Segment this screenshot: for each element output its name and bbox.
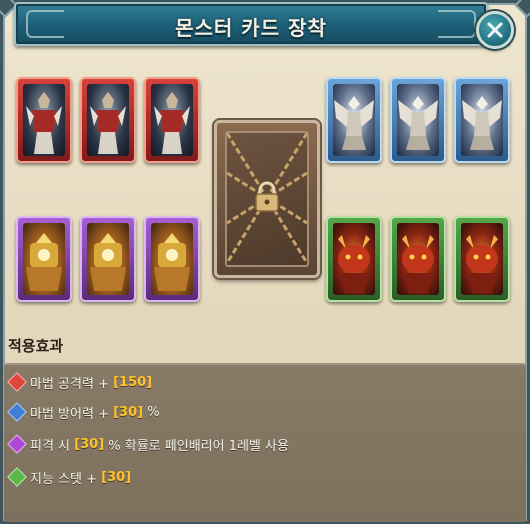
effect-value: [30]: [113, 404, 144, 420]
blue-monster-card-3[interactable]: [454, 77, 510, 163]
locked-card-slot: [214, 120, 320, 278]
card-art: [23, 223, 65, 295]
card-art: [87, 84, 129, 156]
effect-row-pain-barrier: 피격 시 [30] % 확률로 페인배리어 1레벨 사용: [7, 433, 289, 455]
armored-knight-icon: [26, 92, 62, 154]
card-art: [151, 223, 193, 295]
golden-golem-icon: [26, 233, 62, 291]
effect-suffix: % 확률로 페인배리어 1레벨 사용: [104, 438, 289, 454]
effects-heading: 적용효과: [8, 337, 64, 355]
winged-skeleton-icon: [334, 96, 374, 150]
red-monster-card-2[interactable]: [80, 77, 136, 163]
effect-text: 마법 공격력 +: [30, 376, 114, 392]
effects-panel: 마법 공격력 + [150] 마법 방어력 + [30] % 피격 시 [30]…: [4, 363, 526, 522]
effect-suffix: %: [143, 404, 160, 420]
effect-row-intelligence: 지능 스텟 + [30]: [7, 466, 132, 488]
red-monster-card-1[interactable]: [16, 77, 72, 163]
blue-monster-card-2[interactable]: [390, 77, 446, 163]
effect-text: 피격 시: [30, 438, 75, 454]
fire-demon-icon: [466, 235, 498, 293]
title-bar: 몬스터 카드 장착: [14, 2, 488, 46]
purple-gem-icon: [7, 434, 27, 454]
card-art: [151, 84, 193, 156]
winged-skeleton-icon: [398, 96, 438, 150]
padlock-icon: [255, 181, 279, 212]
golden-golem-icon: [154, 233, 190, 291]
blue-monster-card-1[interactable]: [326, 77, 382, 163]
card-art: [461, 84, 503, 156]
green-monster-card-3[interactable]: [454, 216, 510, 302]
close-button[interactable]: [476, 11, 514, 49]
effect-row-magic-defense: 마법 방어력 + [30] %: [7, 401, 160, 423]
winged-skeleton-icon: [462, 96, 502, 150]
purple-monster-card-1[interactable]: [16, 216, 72, 302]
green-gem-icon: [7, 467, 27, 487]
armored-knight-icon: [154, 92, 190, 154]
window-title: 몬스터 카드 장착: [175, 16, 327, 40]
card-art: [87, 223, 129, 295]
frame-corner-ornament: [514, 0, 530, 18]
golden-golem-icon: [90, 233, 126, 291]
close-icon: [487, 22, 503, 38]
locked-slot-inner: [225, 131, 309, 267]
card-art: [23, 84, 65, 156]
red-gem-icon: [7, 372, 27, 392]
effect-value: [150]: [113, 374, 153, 390]
armored-knight-icon: [90, 92, 126, 154]
blue-gem-icon: [7, 402, 27, 422]
purple-monster-card-2[interactable]: [80, 216, 136, 302]
green-monster-card-1[interactable]: [326, 216, 382, 302]
card-art: [333, 223, 375, 295]
card-art: [397, 223, 439, 295]
effect-value: [30]: [74, 436, 105, 452]
green-monster-card-2[interactable]: [390, 216, 446, 302]
red-monster-card-3[interactable]: [144, 77, 200, 163]
card-equip-window: 몬스터 카드 장착 적용효과 마법 공격력 + [150] 마법 방어력 + […: [0, 0, 530, 524]
fire-demon-icon: [402, 235, 434, 293]
effect-text: 지능 스텟 +: [30, 471, 102, 487]
effect-value: [30]: [101, 469, 132, 485]
card-art: [333, 84, 375, 156]
card-art: [461, 223, 503, 295]
card-art: [397, 84, 439, 156]
purple-monster-card-3[interactable]: [144, 216, 200, 302]
fire-demon-icon: [338, 235, 370, 293]
effect-text: 마법 방어력 +: [30, 406, 114, 422]
effect-row-magic-attack: 마법 공격력 + [150]: [7, 371, 153, 393]
